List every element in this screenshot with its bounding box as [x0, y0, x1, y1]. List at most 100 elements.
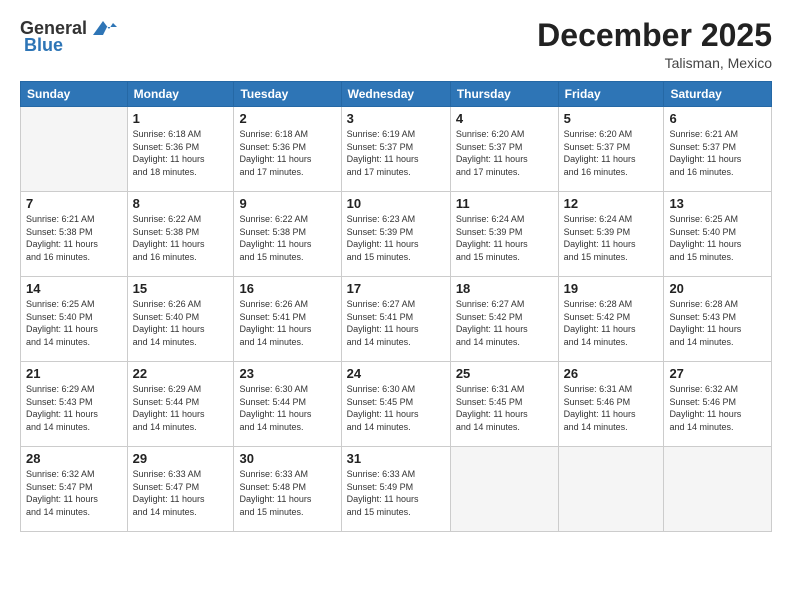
day-info: Sunrise: 6:33 AM Sunset: 5:49 PM Dayligh… — [347, 468, 445, 518]
day-number: 20 — [669, 281, 766, 296]
day-number: 3 — [347, 111, 445, 126]
day-cell: 7Sunrise: 6:21 AM Sunset: 5:38 PM Daylig… — [21, 192, 128, 277]
day-number: 22 — [133, 366, 229, 381]
day-info: Sunrise: 6:32 AM Sunset: 5:47 PM Dayligh… — [26, 468, 122, 518]
day-number: 12 — [564, 196, 659, 211]
day-cell: 22 Sunrise: 6:29 AM Sunset: 5:44 PM Dayli… — [127, 362, 234, 447]
day-number: 26 — [564, 366, 659, 381]
day-cell: 25 Sunrise: 6:31 AM Sunset: 5:45 PM Dayli… — [450, 362, 558, 447]
col-header-monday: Monday — [127, 82, 234, 107]
week-row-4: 28Sunrise: 6:32 AM Sunset: 5:47 PM Dayli… — [21, 447, 772, 532]
day-number: 24 — [347, 366, 445, 381]
day-cell: 26 Sunrise: 6:31 AM Sunset: 5:46 PM Dayli… — [558, 362, 664, 447]
day-number: 5 — [564, 111, 659, 126]
day-number: 17 — [347, 281, 445, 296]
day-cell: 23 Sunrise: 6:30 AM Sunset: 5:44 PM Dayli… — [234, 362, 341, 447]
week-row-3: 21 Sunrise: 6:29 AM Sunset: 5:43 PM Dayli… — [21, 362, 772, 447]
day-info: Sunrise: 6:20 AM Sunset: 5:37 PM Dayligh… — [564, 128, 659, 178]
day-number: 9 — [239, 196, 335, 211]
day-cell: 20 Sunrise: 6:28 AM Sunset: 5:43 PM Dayli… — [664, 277, 772, 362]
day-info: Sunrise: 6:31 AM Sunset: 5:45 PM Dayligh… — [456, 383, 553, 433]
col-header-tuesday: Tuesday — [234, 82, 341, 107]
day-cell: 2 Sunrise: 6:18 AM Sunset: 5:36 PM Daylig… — [234, 107, 341, 192]
col-header-wednesday: Wednesday — [341, 82, 450, 107]
title-block: December 2025 Talisman, Mexico — [537, 18, 772, 71]
day-cell: 31 Sunrise: 6:33 AM Sunset: 5:49 PM Dayli… — [341, 447, 450, 532]
col-header-saturday: Saturday — [664, 82, 772, 107]
day-info: Sunrise: 6:33 AM Sunset: 5:48 PM Dayligh… — [239, 468, 335, 518]
location: Talisman, Mexico — [537, 55, 772, 71]
day-info: Sunrise: 6:24 AM Sunset: 5:39 PM Dayligh… — [564, 213, 659, 263]
day-info: Sunrise: 6:25 AM Sunset: 5:40 PM Dayligh… — [669, 213, 766, 263]
day-cell: 13 Sunrise: 6:25 AM Sunset: 5:40 PM Dayli… — [664, 192, 772, 277]
day-cell — [558, 447, 664, 532]
day-info: Sunrise: 6:18 AM Sunset: 5:36 PM Dayligh… — [133, 128, 229, 178]
logo-bird-icon — [89, 17, 117, 37]
day-number: 19 — [564, 281, 659, 296]
day-cell: 15Sunrise: 6:26 AM Sunset: 5:40 PM Dayli… — [127, 277, 234, 362]
day-cell: 18 Sunrise: 6:27 AM Sunset: 5:42 PM Dayli… — [450, 277, 558, 362]
day-info: Sunrise: 6:29 AM Sunset: 5:44 PM Dayligh… — [133, 383, 229, 433]
col-header-thursday: Thursday — [450, 82, 558, 107]
day-info: Sunrise: 6:27 AM Sunset: 5:42 PM Dayligh… — [456, 298, 553, 348]
day-info: Sunrise: 6:32 AM Sunset: 5:46 PM Dayligh… — [669, 383, 766, 433]
day-info: Sunrise: 6:28 AM Sunset: 5:42 PM Dayligh… — [564, 298, 659, 348]
day-number: 11 — [456, 196, 553, 211]
day-cell: 16Sunrise: 6:26 AM Sunset: 5:41 PM Dayli… — [234, 277, 341, 362]
calendar-table: SundayMondayTuesdayWednesdayThursdayFrid… — [20, 81, 772, 532]
week-row-0: 1Sunrise: 6:18 AM Sunset: 5:36 PM Daylig… — [21, 107, 772, 192]
day-info: Sunrise: 6:30 AM Sunset: 5:44 PM Dayligh… — [239, 383, 335, 433]
day-cell: 11 Sunrise: 6:24 AM Sunset: 5:39 PM Dayli… — [450, 192, 558, 277]
day-number: 8 — [133, 196, 229, 211]
day-info: Sunrise: 6:29 AM Sunset: 5:43 PM Dayligh… — [26, 383, 122, 433]
day-number: 7 — [26, 196, 122, 211]
day-info: Sunrise: 6:21 AM Sunset: 5:37 PM Dayligh… — [669, 128, 766, 178]
day-number: 6 — [669, 111, 766, 126]
logo: General Blue — [20, 18, 117, 56]
day-info: Sunrise: 6:19 AM Sunset: 5:37 PM Dayligh… — [347, 128, 445, 178]
day-number: 25 — [456, 366, 553, 381]
day-cell: 9Sunrise: 6:22 AM Sunset: 5:38 PM Daylig… — [234, 192, 341, 277]
day-number: 31 — [347, 451, 445, 466]
day-cell: 24 Sunrise: 6:30 AM Sunset: 5:45 PM Dayli… — [341, 362, 450, 447]
day-number: 18 — [456, 281, 553, 296]
day-number: 14 — [26, 281, 122, 296]
page: General Blue December 2025 Talisman, Mex… — [0, 0, 792, 612]
day-info: Sunrise: 6:31 AM Sunset: 5:46 PM Dayligh… — [564, 383, 659, 433]
day-number: 21 — [26, 366, 122, 381]
day-info: Sunrise: 6:20 AM Sunset: 5:37 PM Dayligh… — [456, 128, 553, 178]
day-cell: 14 Sunrise: 6:25 AM Sunset: 5:40 PM Dayli… — [21, 277, 128, 362]
day-cell: 12 Sunrise: 6:24 AM Sunset: 5:39 PM Dayli… — [558, 192, 664, 277]
day-number: 10 — [347, 196, 445, 211]
day-info: Sunrise: 6:26 AM Sunset: 5:40 PM Dayligh… — [133, 298, 229, 348]
day-cell: 3 Sunrise: 6:19 AM Sunset: 5:37 PM Daylig… — [341, 107, 450, 192]
day-cell: 10Sunrise: 6:23 AM Sunset: 5:39 PM Dayli… — [341, 192, 450, 277]
header: General Blue December 2025 Talisman, Mex… — [20, 18, 772, 71]
day-cell: 1Sunrise: 6:18 AM Sunset: 5:36 PM Daylig… — [127, 107, 234, 192]
day-info: Sunrise: 6:25 AM Sunset: 5:40 PM Dayligh… — [26, 298, 122, 348]
day-number: 27 — [669, 366, 766, 381]
day-cell: 28Sunrise: 6:32 AM Sunset: 5:47 PM Dayli… — [21, 447, 128, 532]
day-info: Sunrise: 6:30 AM Sunset: 5:45 PM Dayligh… — [347, 383, 445, 433]
day-info: Sunrise: 6:18 AM Sunset: 5:36 PM Dayligh… — [239, 128, 335, 178]
day-cell: 17 Sunrise: 6:27 AM Sunset: 5:41 PM Dayli… — [341, 277, 450, 362]
day-cell — [450, 447, 558, 532]
day-cell: 6 Sunrise: 6:21 AM Sunset: 5:37 PM Daylig… — [664, 107, 772, 192]
day-cell: 30Sunrise: 6:33 AM Sunset: 5:48 PM Dayli… — [234, 447, 341, 532]
day-info: Sunrise: 6:27 AM Sunset: 5:41 PM Dayligh… — [347, 298, 445, 348]
day-cell: 27 Sunrise: 6:32 AM Sunset: 5:46 PM Dayli… — [664, 362, 772, 447]
day-number: 23 — [239, 366, 335, 381]
day-cell: 21 Sunrise: 6:29 AM Sunset: 5:43 PM Dayli… — [21, 362, 128, 447]
day-cell: 4 Sunrise: 6:20 AM Sunset: 5:37 PM Daylig… — [450, 107, 558, 192]
day-number: 13 — [669, 196, 766, 211]
month-title: December 2025 — [537, 18, 772, 53]
day-info: Sunrise: 6:24 AM Sunset: 5:39 PM Dayligh… — [456, 213, 553, 263]
col-header-friday: Friday — [558, 82, 664, 107]
day-number: 2 — [239, 111, 335, 126]
week-row-1: 7Sunrise: 6:21 AM Sunset: 5:38 PM Daylig… — [21, 192, 772, 277]
day-cell: 19 Sunrise: 6:28 AM Sunset: 5:42 PM Dayli… — [558, 277, 664, 362]
day-cell — [21, 107, 128, 192]
col-header-sunday: Sunday — [21, 82, 128, 107]
day-info: Sunrise: 6:28 AM Sunset: 5:43 PM Dayligh… — [669, 298, 766, 348]
day-number: 4 — [456, 111, 553, 126]
